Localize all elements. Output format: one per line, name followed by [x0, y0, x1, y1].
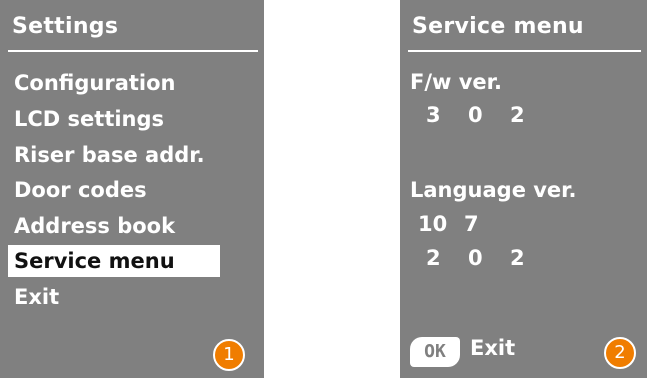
menu-item-lcd-settings[interactable]: LCD settings — [8, 103, 220, 135]
language-version-values-line1: 10 7 — [418, 212, 479, 236]
firmware-version-values: 3 0 2 — [426, 103, 525, 127]
title-divider — [408, 50, 641, 52]
menu-item-door-codes[interactable]: Door codes — [8, 174, 220, 206]
language-version-value: 10 — [418, 212, 448, 236]
language-version-label: Language ver. — [410, 178, 577, 202]
menu-item-exit[interactable]: Exit — [8, 281, 220, 313]
menu-item-riser-base-addr[interactable]: Riser base addr. — [8, 139, 220, 171]
firmware-version-label: F/w ver. — [410, 70, 502, 94]
language-version-value: 7 — [464, 212, 479, 236]
step-badge: 1 — [213, 339, 245, 371]
screen-title: Service menu — [412, 14, 584, 39]
step-badge: 2 — [604, 337, 636, 369]
ok-key-icon[interactable]: OK — [410, 337, 460, 367]
language-version-values-line2: 2 0 2 — [426, 246, 525, 270]
menu-item-configuration[interactable]: Configuration — [8, 67, 220, 99]
firmware-version-minor: 0 — [468, 103, 483, 127]
screen-title: Settings — [12, 14, 119, 39]
settings-screen: Settings Configuration LCD settings Rise… — [0, 0, 264, 378]
service-menu-screen: Service menu F/w ver. 302 Language ver. … — [400, 0, 647, 378]
language-version-value: 2 — [426, 246, 441, 270]
firmware-version-major: 3 — [426, 103, 441, 127]
language-version-value: 2 — [510, 246, 525, 270]
language-version-value: 0 — [468, 246, 483, 270]
firmware-version-patch: 2 — [510, 103, 525, 127]
title-divider — [8, 50, 258, 52]
exit-label: Exit — [470, 336, 516, 360]
menu-item-address-book[interactable]: Address book — [8, 210, 220, 242]
menu-item-service-menu[interactable]: Service menu — [8, 245, 220, 277]
